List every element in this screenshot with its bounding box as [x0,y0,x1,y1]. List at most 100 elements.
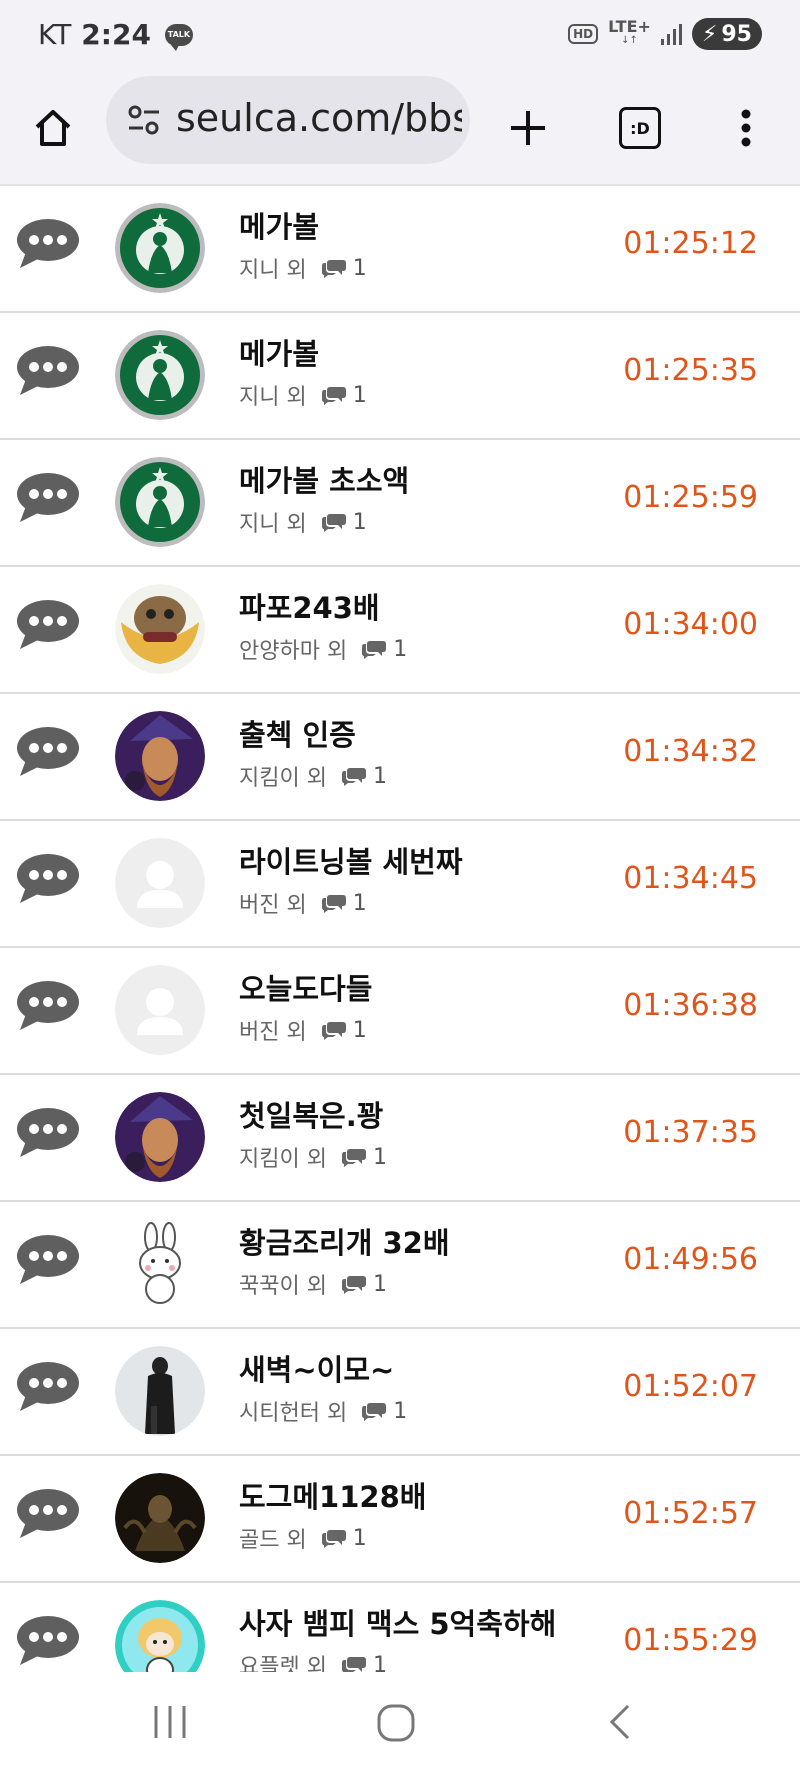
chat-bubble [16,724,80,784]
home-nav-button[interactable] [375,1702,417,1748]
post-title[interactable]: 라이트닝볼 세번짜 [239,839,463,881]
post-time: 01:37:35 [623,1115,758,1150]
chat-bubble [16,1359,80,1419]
post-list: 메가볼 지니 외 1 01:25:12 메가볼 지니 외 1 01:25:35 [0,186,800,1710]
post-meta: 지킴이 외 1 [239,760,387,792]
avatar[interactable] [115,965,205,1055]
post-row[interactable]: 출첵 인증 지킴이 외 1 01:34:32 [0,694,800,821]
post-time: 01:34:32 [623,734,758,769]
post-meta: 지니 외 1 [239,506,367,538]
post-meta: 시티헌터 외 1 [239,1395,407,1427]
post-meta: 꾹꾹이 외 1 [239,1268,387,1300]
status-left: KT 2:24 TALK [38,18,193,51]
hd-voice-icon: HD [568,24,599,44]
post-row[interactable]: 새벽~이모~ 시티헌터 외 1 01:52:07 [0,1329,800,1456]
comment-count: 1 [321,891,367,916]
post-row[interactable]: 메가볼 지니 외 1 01:25:12 [0,186,800,313]
comment-count: 1 [341,1272,387,1297]
chat-bubble-icon [17,1362,79,1411]
post-row[interactable]: 첫일복은.꽝 지킴이 외 1 01:37:35 [0,1075,800,1202]
post-row[interactable]: 도그메1128배 골드 외 1 01:52:57 [0,1456,800,1583]
comment-count-value: 1 [352,509,367,535]
back-button[interactable] [606,1702,636,1746]
avatar[interactable] [115,1473,205,1563]
browser-menu-button[interactable] [716,98,776,158]
chat-bubble-icon [17,1108,79,1157]
comment-count-value: 1 [352,255,367,281]
comment-count: 1 [321,510,367,535]
post-row[interactable]: 라이트닝볼 세번짜 버진 외 1 01:34:45 [0,821,800,948]
chat-bubble-icon [17,219,79,268]
post-row[interactable]: 오늘도다들 버진 외 1 01:36:38 [0,948,800,1075]
home-icon [35,110,71,146]
post-title[interactable]: 메가볼 [239,204,319,246]
comment-count-value: 1 [393,1398,408,1424]
site-settings-icon[interactable] [126,102,162,138]
avatar[interactable] [115,1092,205,1182]
chat-bubble [16,1232,80,1292]
post-title[interactable]: 메가볼 초소액 [239,458,409,500]
chat-bubble-icon [17,1235,79,1284]
new-tab-button[interactable] [498,98,558,158]
post-time: 01:52:07 [623,1369,758,1404]
tab-count-label: :D [630,118,650,138]
post-author: 안양하마 외 [239,639,348,664]
avatar[interactable] [115,203,205,293]
avatar[interactable] [115,1219,205,1309]
home-button[interactable] [23,98,83,158]
post-row[interactable]: 메가볼 지니 외 1 01:25:35 [0,313,800,440]
post-title[interactable]: 출첵 인증 [239,712,356,754]
avatar[interactable] [115,457,205,547]
post-meta: 버진 외 1 [239,1014,367,1046]
comment-icon [362,1403,387,1421]
comment-icon [341,768,366,786]
chat-bubble-icon [17,727,79,776]
battery-level: 95 [721,21,752,47]
tab-switcher-button[interactable]: :D [610,98,670,158]
post-title[interactable]: 메가볼 [239,331,319,373]
comment-count: 1 [361,1399,407,1424]
back-chevron-icon [609,1704,630,1740]
carrier-label: KT [38,18,72,51]
post-author: 지니 외 [239,385,307,410]
comment-count: 1 [341,764,387,789]
post-author: 지니 외 [239,258,307,283]
recent-apps-button[interactable] [150,1702,190,1746]
status-right: HD LTE+ ↓↑ ⚡ 95 [568,18,762,50]
chat-bubble-icon [17,981,79,1030]
avatar[interactable] [115,838,205,928]
post-row[interactable]: 파포243배 안양하마 외 1 01:34:00 [0,567,800,694]
post-title[interactable]: 오늘도다들 [239,966,372,1008]
recent-apps-icon [154,1706,186,1738]
chat-bubble [16,1613,80,1673]
signal-strength-icon [660,23,682,45]
post-title[interactable]: 사자 뱀피 맥스 5억축하해 [239,1601,556,1643]
home-circle-icon [377,1704,415,1742]
post-time: 01:34:45 [623,861,758,896]
chat-bubble [16,343,80,403]
post-row[interactable]: 황금조리개 32배 꾹꾹이 외 1 01:49:56 [0,1202,800,1329]
post-author: 버진 외 [239,1020,307,1045]
post-title[interactable]: 새벽~이모~ [239,1347,394,1389]
status-bar: KT 2:24 TALK HD LTE+ ↓↑ ⚡ 95 [0,0,800,72]
avatar[interactable] [115,1346,205,1436]
post-author: 꾹꾹이 외 [239,1274,327,1299]
url-text[interactable]: seulca.com/bbs [176,96,462,140]
comment-count-value: 1 [372,1271,387,1297]
avatar[interactable] [115,711,205,801]
chat-bubble [16,851,80,911]
browser-toolbar: seulca.com/bbs :D [0,72,800,186]
avatar[interactable] [115,584,205,674]
address-bar[interactable]: seulca.com/bbs [106,76,470,164]
post-title[interactable]: 파포243배 [239,585,380,627]
post-time: 01:36:38 [623,988,758,1023]
comment-count: 1 [321,383,367,408]
post-row[interactable]: 메가볼 초소액 지니 외 1 01:25:59 [0,440,800,567]
post-title[interactable]: 황금조리개 32배 [239,1220,450,1262]
avatar[interactable] [115,330,205,420]
comment-count: 1 [321,1526,367,1551]
post-title[interactable]: 첫일복은.꽝 [239,1093,383,1135]
comment-count-value: 1 [393,636,408,662]
comment-icon [321,260,346,278]
post-title[interactable]: 도그메1128배 [239,1474,426,1516]
